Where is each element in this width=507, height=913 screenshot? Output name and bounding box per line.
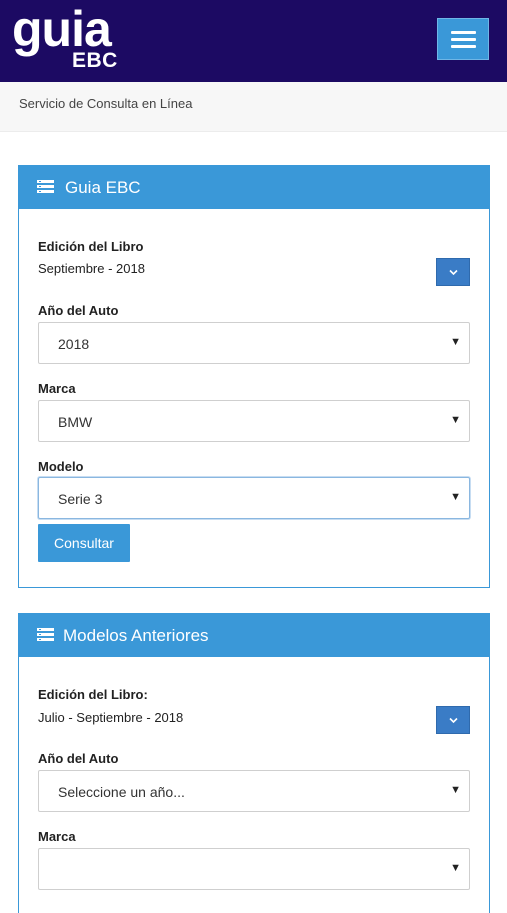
panel-title: Guia EBC	[65, 178, 141, 197]
year-selected-value: 2018	[58, 336, 90, 352]
year-select[interactable]: Seleccione un año... ▼	[38, 770, 470, 812]
brand-select[interactable]: BMW ▼	[38, 400, 470, 442]
year-label: Año del Auto	[38, 303, 119, 318]
brand-select[interactable]: ▼	[38, 848, 470, 890]
panel-header: Guia EBC	[19, 166, 489, 209]
edition-toggle-button[interactable]	[436, 706, 470, 734]
panel-title: Modelos Anteriores	[63, 626, 209, 645]
edition-value: Septiembre - 2018	[38, 261, 145, 276]
model-label: Modelo	[38, 459, 84, 474]
brand-label: Marca	[38, 381, 76, 396]
dropdown-arrow-icon: ▼	[450, 491, 461, 503]
model-selected-value: Serie 3	[58, 491, 103, 507]
hamburger-icon	[451, 31, 476, 34]
year-placeholder: Seleccione un año...	[58, 784, 185, 800]
edition-label: Edición del Libro	[38, 239, 144, 254]
edition-label: Edición del Libro:	[38, 687, 148, 702]
chevron-down-icon	[449, 717, 458, 724]
subheader-bar: Servicio de Consulta en Línea	[0, 82, 507, 132]
subheader-text: Servicio de Consulta en Línea	[19, 96, 193, 111]
dropdown-arrow-icon: ▼	[450, 784, 461, 796]
brand-label: Marca	[38, 829, 76, 844]
year-label: Año del Auto	[38, 751, 119, 766]
dropdown-arrow-icon: ▼	[450, 336, 461, 348]
chevron-down-icon	[449, 269, 458, 276]
consultar-button[interactable]: Consultar	[38, 524, 130, 562]
hamburger-menu-button[interactable]	[437, 18, 489, 60]
dropdown-arrow-icon: ▼	[450, 862, 461, 874]
logo-sub-text: EBC	[72, 49, 118, 72]
year-select[interactable]: 2018 ▼	[38, 322, 470, 364]
modelos-anteriores-panel: Modelos Anteriores Edición del Libro: Ju…	[18, 613, 490, 913]
dropdown-arrow-icon: ▼	[450, 414, 461, 426]
model-select[interactable]: Serie 3 ▼	[38, 477, 470, 519]
top-navbar: guia EBC	[0, 0, 507, 82]
list-icon	[37, 180, 54, 194]
edition-value: Julio - Septiembre - 2018	[38, 710, 184, 725]
guia-ebc-panel: Guia EBC Edición del Libro Septiembre - …	[18, 165, 490, 588]
logo-main-text: guia	[12, 1, 112, 57]
panel-header: Modelos Anteriores	[19, 614, 489, 657]
brand-selected-value: BMW	[58, 414, 93, 430]
list-icon	[37, 628, 54, 642]
edition-toggle-button[interactable]	[436, 258, 470, 286]
